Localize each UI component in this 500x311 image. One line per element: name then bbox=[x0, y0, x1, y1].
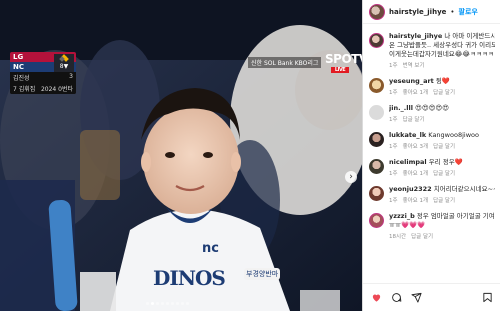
author-avatar[interactable] bbox=[369, 3, 385, 20]
commenter-avatar[interactable] bbox=[369, 159, 384, 174]
batter-stat: 2024 0번타 bbox=[40, 86, 73, 93]
carousel-dot bbox=[146, 302, 149, 305]
heart-icon[interactable] bbox=[371, 288, 382, 302]
post-header: hairstyle_jihye • 팔로우 bbox=[363, 0, 500, 24]
pitcher-info: 김진성 3 bbox=[10, 72, 76, 83]
carousel-dot bbox=[186, 302, 189, 305]
comments-list[interactable]: hairstyle_jihye 나 아마 이게반드시 온 그냥밥플듯.. 세상우… bbox=[363, 28, 500, 280]
network-name: SPOTV2 bbox=[325, 52, 362, 66]
comment-text: 우리 정우❤️ bbox=[428, 158, 463, 166]
share-icon[interactable] bbox=[411, 288, 422, 303]
comment-time: 18시간 bbox=[389, 234, 407, 240]
comment-time: 1주 bbox=[389, 171, 398, 177]
scoreboard-overlay: LG 2 NC 3 8▼ 김진성 3 7 김휘집 2024 0번타 bbox=[10, 52, 76, 94]
comment-text: 뒹❤️ bbox=[435, 77, 450, 85]
comment-text: Kangwoo8jiwoo bbox=[428, 131, 479, 139]
bookmark-icon[interactable] bbox=[482, 288, 493, 303]
inning-label: 8▼ bbox=[59, 63, 69, 70]
comment-username[interactable]: yeseung_art bbox=[389, 77, 434, 85]
post-media[interactable]: LG 2 NC 3 8▼ 김진성 3 7 김휘집 2024 0번타 신한 SOL… bbox=[0, 0, 362, 311]
comment-likes[interactable]: 좋아요 1개 bbox=[403, 196, 429, 204]
jersey-patch: 부경양반마 bbox=[244, 268, 281, 280]
comment-time: 1주 bbox=[389, 90, 398, 96]
commenter-avatar[interactable] bbox=[369, 132, 384, 147]
next-slide-button[interactable]: › bbox=[345, 171, 357, 183]
commenter-avatar[interactable] bbox=[369, 78, 384, 93]
post-side-panel: hairstyle_jihye • 팔로우 hairstyle_jihye 나 … bbox=[362, 0, 500, 311]
post-caption: hairstyle_jihye 나 아마 이게반드시 온 그냥밥플듯.. 세상우… bbox=[363, 28, 500, 73]
comment-item: lukkate_lk Kangwoo8jiwoo 1주 좋아요 3개 답글 달기 bbox=[363, 127, 500, 154]
inning-indicator: 8▼ bbox=[54, 54, 74, 72]
reply-button[interactable]: 답글 달기 bbox=[433, 196, 455, 204]
comment-username[interactable]: yzzzi_b bbox=[389, 212, 415, 220]
jersey-logo: nc bbox=[202, 241, 219, 256]
network-logo: SPOTV2 LIVE bbox=[325, 52, 362, 73]
jersey-team-name: DINOS bbox=[153, 266, 226, 290]
carousel-indicator bbox=[146, 302, 189, 305]
comment-icon[interactable] bbox=[391, 288, 402, 302]
bases-diamond-icon bbox=[59, 54, 69, 63]
comment-username[interactable]: lukkate_lk bbox=[389, 131, 426, 139]
commenter-avatar[interactable] bbox=[369, 213, 384, 228]
carousel-dot bbox=[181, 302, 184, 305]
carousel-dot bbox=[151, 302, 154, 305]
comment-username[interactable]: yeonju2322 bbox=[389, 185, 432, 193]
post-actions-bar bbox=[363, 283, 500, 303]
pitch-count: 3 bbox=[69, 73, 73, 80]
comment-username[interactable]: nicelimpal bbox=[389, 158, 427, 166]
commenter-avatar[interactable] bbox=[369, 105, 384, 120]
reply-button[interactable]: 답글 달기 bbox=[433, 88, 455, 96]
batter-info: 7 김휘집 2024 0번타 bbox=[10, 83, 76, 94]
chevron-right-icon: › bbox=[349, 172, 353, 182]
reply-button[interactable]: 답글 달기 bbox=[433, 142, 455, 150]
comment-text: 정우 엄마얼굴 아기얼굴 기여워 bbox=[416, 212, 495, 220]
batter-name: 7 김휘집 bbox=[13, 86, 36, 93]
comment-likes[interactable]: 좋아요 1개 bbox=[403, 88, 429, 96]
header-separator: • bbox=[450, 7, 455, 16]
comment-time: 1주 bbox=[389, 117, 398, 123]
comment-likes[interactable]: 좋아요 1개 bbox=[403, 169, 429, 177]
reply-button[interactable]: 답글 달기 bbox=[411, 232, 433, 240]
comment-time: 1주 bbox=[389, 144, 398, 150]
commenter-avatar[interactable] bbox=[369, 186, 384, 201]
live-tag: LIVE bbox=[331, 67, 349, 73]
comment-item: yeonju2322 치어리더같으시네요~~ 1주 좋아요 1개 답글 달기 bbox=[363, 181, 500, 208]
carousel-dot bbox=[161, 302, 164, 305]
reply-button[interactable]: 답글 달기 bbox=[433, 169, 455, 177]
comment-text: 치어리더같으시네요~~ bbox=[433, 185, 495, 193]
caption-text: 온 그냥밥플듯.. 세상우성다 귀가 이리도 bbox=[389, 41, 495, 49]
comment-item: yeseung_art 뒹❤️ 1주 좋아요 1개 답글 달기 bbox=[363, 73, 500, 100]
caption-time: 1주 bbox=[389, 63, 398, 69]
photo-stadium-child bbox=[0, 0, 362, 311]
comment-text: ㅠㅠ💗💗💗 bbox=[389, 221, 426, 229]
carousel-dot bbox=[156, 302, 159, 305]
caption-text: 나 아마 이게반드시 bbox=[444, 32, 495, 40]
pitcher-name: 김진성 bbox=[13, 75, 30, 82]
caption-username[interactable]: hairstyle_jihye bbox=[389, 32, 442, 40]
author-username[interactable]: hairstyle_jihye bbox=[389, 8, 446, 16]
translate-link[interactable]: 번역 보기 bbox=[403, 61, 425, 69]
comment-time: 1주 bbox=[389, 198, 398, 204]
carousel-dot bbox=[171, 302, 174, 305]
comment-username[interactable]: jin._.lll bbox=[389, 104, 413, 112]
caption-text: 이게웃는데갑자기원네요😂😂ㅋㅋㅋㅋㅋ bbox=[389, 50, 495, 58]
comment-item: nicelimpal 우리 정우❤️ 1주 좋아요 1개 답글 달기 bbox=[363, 154, 500, 181]
comment-likes[interactable]: 좋아요 3개 bbox=[403, 142, 429, 150]
reply-button[interactable]: 답글 달기 bbox=[403, 115, 425, 123]
follow-button[interactable]: 팔로우 bbox=[459, 7, 478, 17]
league-sponsor-banner: 신한 SOL Bank KBO리그 bbox=[248, 57, 322, 68]
comment-text: 😍😍😍😍😍 bbox=[415, 104, 449, 112]
comment-item: yzzzi_b 정우 엄마얼굴 아기얼굴 기여워 ㅠㅠ💗💗💗 18시간 답글 달… bbox=[363, 208, 500, 244]
comment-item: jin._.lll 😍😍😍😍😍 1주 답글 달기 bbox=[363, 100, 500, 127]
author-avatar[interactable] bbox=[369, 33, 384, 48]
carousel-dot bbox=[176, 302, 179, 305]
carousel-dot bbox=[166, 302, 169, 305]
